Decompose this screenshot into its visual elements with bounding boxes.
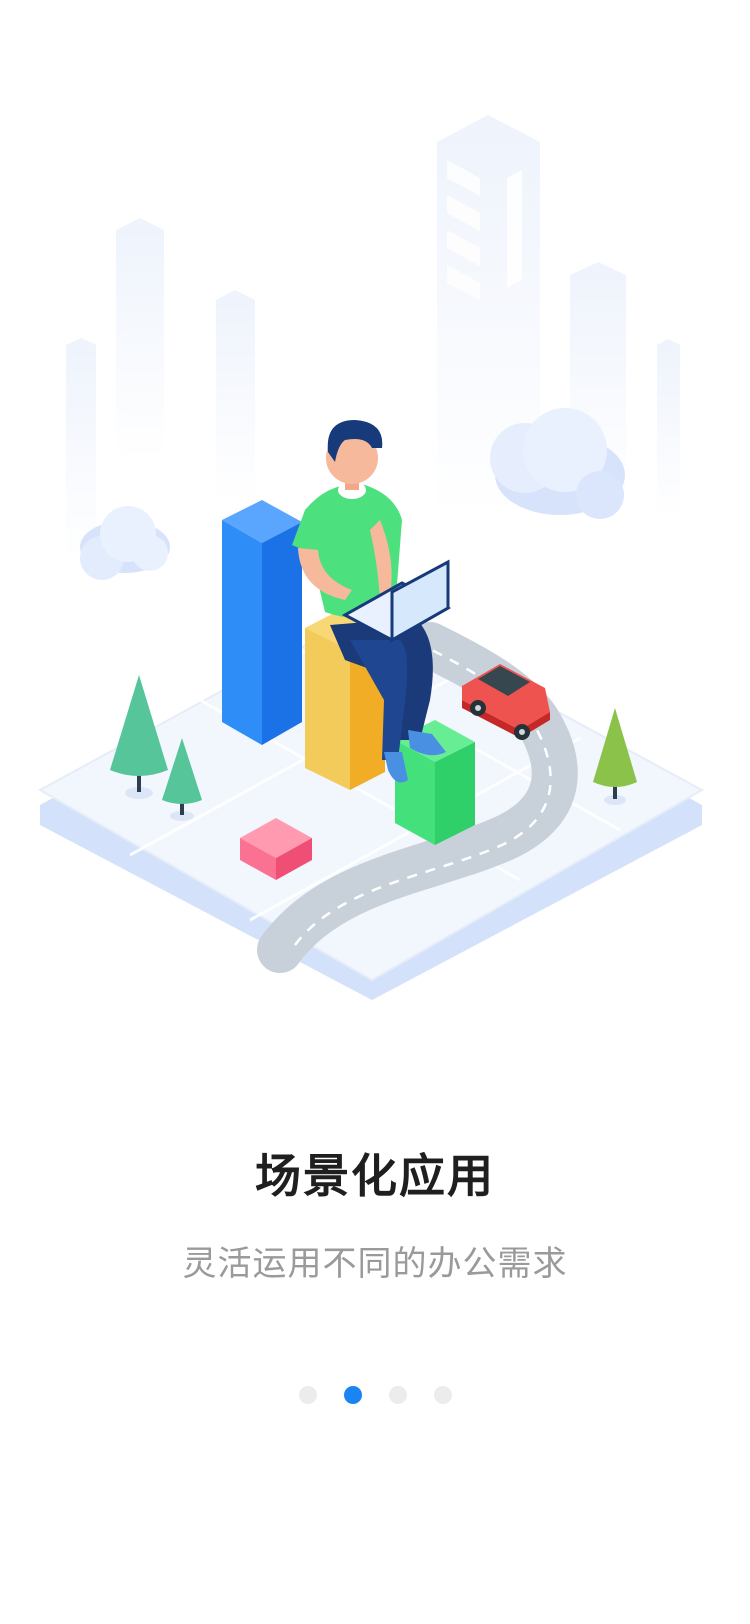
page-dot-2[interactable] — [343, 1386, 362, 1404]
page-dot-3[interactable] — [388, 1386, 407, 1404]
page-indicator — [0, 1386, 750, 1404]
onboarding-subtitle: 灵活运用不同的办公需求 — [182, 1244, 568, 1284]
page-dot-4[interactable] — [433, 1386, 452, 1404]
onboarding-illustration — [0, 0, 750, 1060]
page-dot-1[interactable] — [298, 1386, 317, 1404]
onboarding-title: 场景化应用 — [255, 1149, 495, 1203]
bar-chart-blue — [222, 500, 302, 745]
isometric-city-illustration — [37, 115, 705, 1000]
